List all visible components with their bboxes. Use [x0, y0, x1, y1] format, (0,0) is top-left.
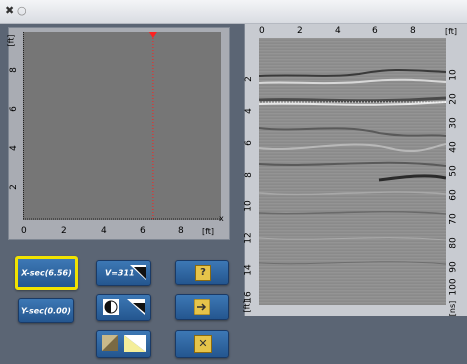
right-tick-label: 60 — [448, 189, 459, 201]
color-scale-button[interactable] — [96, 330, 151, 358]
y-tick-label: 4 — [8, 145, 19, 151]
x-unit-label: [ft] — [202, 227, 215, 236]
left-tick-label: 14 — [243, 264, 254, 276]
cursor-marker-icon[interactable] — [148, 32, 157, 38]
top-tick-label: 4 — [335, 26, 341, 36]
left-unit-label: [ft] — [242, 300, 252, 313]
close-view-button[interactable]: ✕ — [175, 330, 229, 358]
ramp-icon — [124, 335, 146, 352]
y-tick-label: 6 — [8, 106, 19, 112]
top-tick-label: 0 — [259, 26, 265, 36]
x-tick-label: 2 — [61, 226, 67, 236]
right-tick-label: 30 — [448, 117, 459, 129]
left-tick-label: 2 — [243, 76, 254, 82]
right-tick-label: 10 — [448, 69, 459, 81]
close-icon: ✕ — [194, 335, 212, 353]
cursor-axis-label: x — [219, 214, 224, 223]
left-tick-label: 4 — [243, 108, 254, 114]
minimize-icon[interactable]: ○ — [17, 4, 27, 18]
export-button[interactable] — [175, 294, 229, 320]
left-tick-label: 10 — [243, 200, 254, 212]
top-tick-label: 2 — [297, 26, 303, 36]
help-icon: ? — [195, 265, 211, 281]
x-tick-label: 0 — [21, 226, 27, 236]
right-tick-label: 80 — [448, 237, 459, 249]
right-tick-label: 40 — [448, 141, 459, 153]
left-tick-label: 12 — [243, 232, 254, 244]
left-tick-label: 6 — [243, 140, 254, 146]
top-tick-label: 6 — [372, 26, 378, 36]
y-section-button[interactable]: Y-sec(0.00) — [18, 298, 74, 323]
help-button[interactable]: ? — [175, 260, 229, 285]
contrast-button[interactable] — [96, 294, 151, 321]
right-tick-label: 100 — [448, 278, 459, 296]
radargram-panel: 0 2 4 6 8 [ft] 2 4 6 8 10 12 14 16 [ft] … — [242, 24, 467, 317]
right-tick-label: 90 — [448, 261, 459, 273]
app-window: ✖ ○ 2 4 6 8 [ft] 0 2 4 6 8 [ft] x 0 2 4 — [0, 0, 467, 364]
right-tick-label: 70 — [448, 213, 459, 225]
radargram-reflections — [259, 69, 446, 265]
x-tick-label: 6 — [140, 226, 146, 236]
top-unit-label: [ft] — [445, 27, 458, 36]
right-tick-label: 20 — [448, 93, 459, 105]
contrast-icon — [103, 299, 119, 315]
title-bar: ✖ ○ — [0, 0, 467, 24]
y-tick-label: 8 — [8, 67, 19, 73]
x-tick-label: 8 — [178, 226, 184, 236]
color-scale-icon — [102, 335, 118, 351]
y-section-label: Y-sec(0.00) — [21, 306, 71, 315]
profile-plot-area[interactable] — [23, 32, 221, 220]
hyperbola-icon — [130, 265, 146, 280]
profile-plot-svg — [23, 32, 221, 220]
profile-plot-panel: 2 4 6 8 [ft] 0 2 4 6 8 [ft] x — [6, 27, 230, 240]
right-unit-label: [ns] — [448, 300, 458, 317]
top-tick-label: 8 — [410, 26, 416, 36]
y-tick-label: 2 — [8, 184, 19, 190]
gain-icon — [127, 299, 145, 315]
export-icon — [194, 299, 210, 315]
left-tick-label: 8 — [243, 172, 254, 178]
radargram-image[interactable] — [259, 38, 446, 305]
y-unit-label: [ft] — [6, 34, 16, 47]
velocity-button[interactable]: V=311 — [96, 260, 151, 286]
x-section-label: X-sec(6.56) — [21, 268, 72, 278]
close-icon[interactable]: ✖ — [5, 4, 14, 18]
x-tick-label: 4 — [101, 226, 107, 236]
right-tick-label: 50 — [448, 165, 459, 177]
x-section-button[interactable]: X-sec(6.56) — [15, 256, 78, 290]
